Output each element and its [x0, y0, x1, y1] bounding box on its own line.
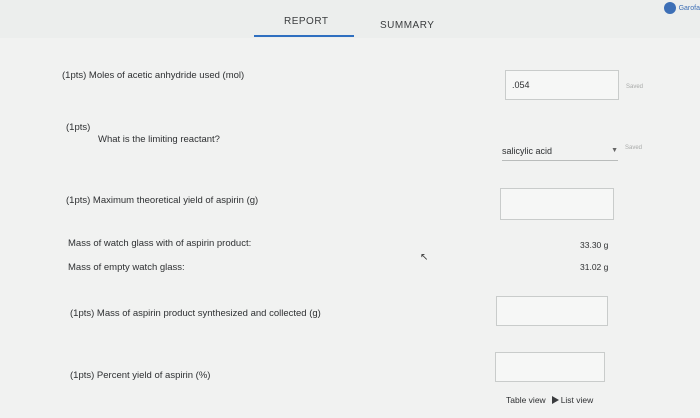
measurement-label: Mass of empty watch glass: [68, 262, 185, 273]
measurement-value: 31.02 g [580, 262, 609, 272]
tab-summary[interactable]: SUMMARY [380, 20, 434, 31]
q4-label: (1pts) Mass of aspirin product synthesiz… [70, 308, 321, 319]
q2-saved-status: Saved [625, 145, 643, 151]
q1-saved-status: Saved [626, 84, 644, 90]
q1-value: .054 [512, 80, 530, 90]
list-view-button[interactable]: List view [551, 395, 594, 405]
limiting-reactant-selected: salicylic acid [502, 145, 553, 156]
q1-label: (1pts) Moles of acetic anhydride used (m… [62, 70, 245, 81]
user-avatar-icon [663, 2, 676, 14]
q2-points: (1pts) [66, 122, 91, 133]
q4-input[interactable] [496, 296, 608, 326]
chevron-down-icon: ▼ [611, 147, 618, 154]
q3-input[interactable] [500, 188, 614, 220]
limiting-reactant-select[interactable]: salicylic acid ▼ [502, 141, 618, 161]
list-view-icon [551, 396, 559, 404]
q3-label: (1pts) Maximum theoretical yield of aspi… [66, 195, 259, 206]
q1-input[interactable]: .054 [505, 70, 619, 100]
tab-report[interactable]: REPORT [284, 16, 329, 27]
view-toggle: Table view List view [506, 395, 593, 405]
measurement-label: Mass of watch glass with of aspirin prod… [68, 238, 252, 249]
user-menu[interactable]: Garofa [663, 2, 700, 14]
active-tab-indicator [254, 35, 354, 37]
q5-label: (1pts) Percent yield of aspirin (%) [70, 370, 211, 381]
mouse-cursor-icon: ↖ [420, 252, 429, 263]
top-nav-bar: REPORT SUMMARY Garofa [0, 0, 700, 38]
list-view-label: List view [560, 395, 594, 405]
q2-label: What is the limiting reactant? [98, 134, 220, 145]
table-view-button[interactable]: Table view [506, 395, 546, 405]
measurement-value: 33.30 g [580, 240, 609, 250]
q5-input[interactable] [495, 352, 605, 382]
user-name: Garofa [678, 4, 700, 12]
report-form: (1pts) Moles of acetic anhydride used (m… [0, 38, 700, 418]
